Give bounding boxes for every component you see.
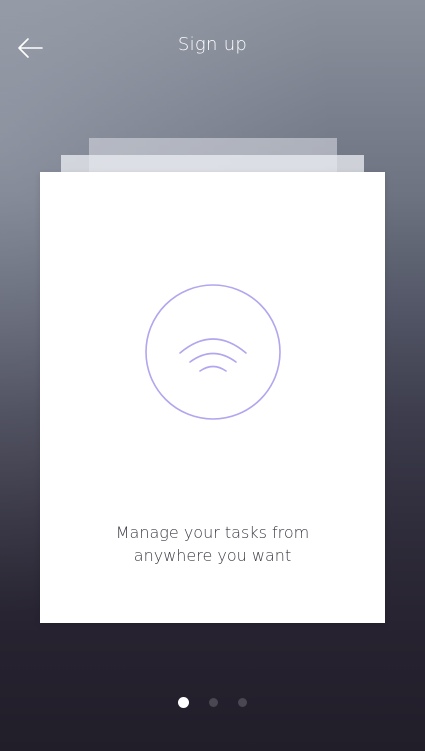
page-dot-1[interactable] (178, 696, 189, 708)
page-title: Sign up (177, 34, 248, 55)
signup-onboarding-screen: Sign up Manage your tasks from anywhere … (0, 0, 425, 751)
page-dot-3[interactable] (238, 697, 247, 707)
header: Sign up (0, 0, 425, 95)
card-message: Manage your tasks from anywhere you want (40, 521, 385, 567)
page-indicator (0, 695, 425, 709)
card-message-line-2: anywhere you want (133, 546, 292, 565)
card-message-line-1: Manage your tasks from (115, 523, 310, 542)
page-dot-2[interactable] (209, 697, 218, 707)
onboarding-card[interactable]: Manage your tasks from anywhere you want (40, 172, 385, 623)
wifi-signal-icon (145, 284, 281, 420)
